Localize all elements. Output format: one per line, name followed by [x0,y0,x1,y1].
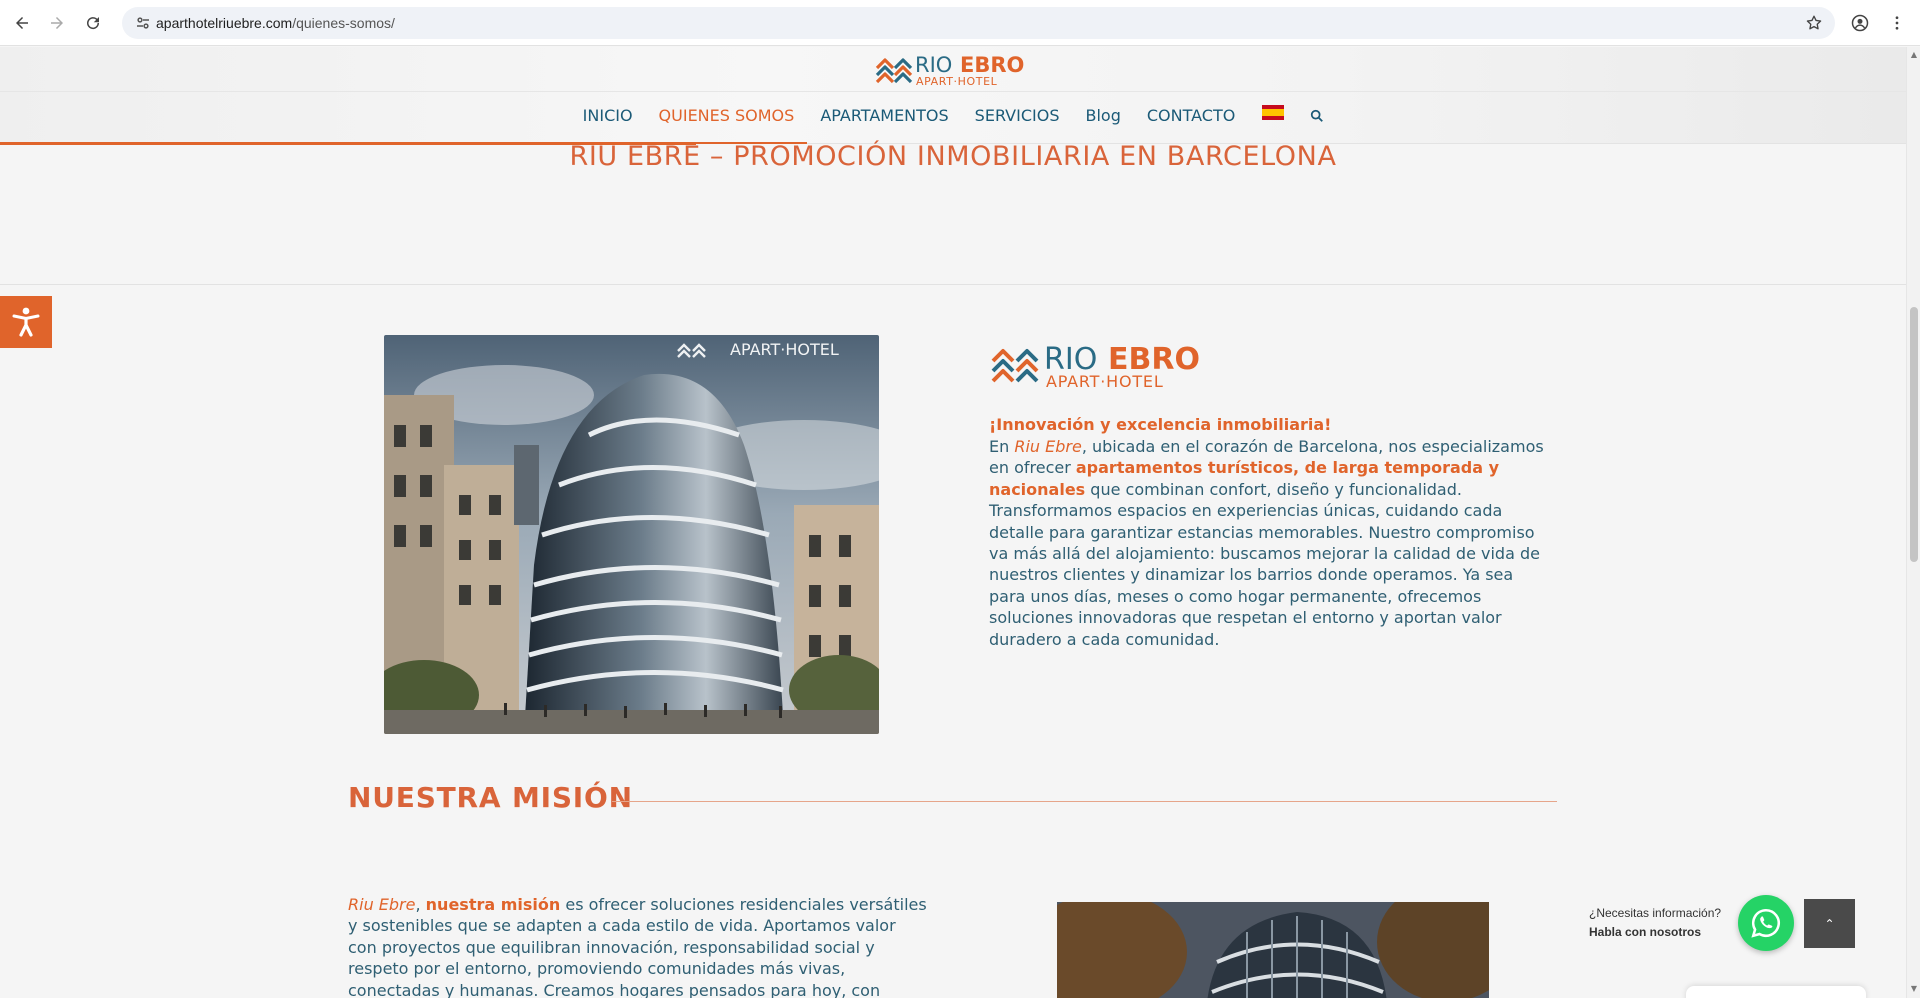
menu-item-servicios[interactable]: SERVICIOS [962,107,1073,144]
header-divider [0,91,1906,92]
menu-item-quienes-somos[interactable]: QUIENES SOMOS [645,107,808,144]
page-scrollbar[interactable]: ▲ ▼ [1906,47,1920,998]
url-text[interactable]: aparthotelriuebre.com/quienes-somos/ [156,15,395,31]
mision-highlight: nuestra misión [425,895,561,914]
spain-flag-icon[interactable] [1262,105,1285,120]
whatsapp-icon [1751,908,1780,938]
intro-heading: ¡Innovación y excelencia inmobiliaria! [989,415,1332,434]
whatsapp-button[interactable] [1738,895,1794,951]
chevron-up-icon: ⌃ [1824,916,1835,931]
scrollbar-thumb[interactable] [1910,307,1918,562]
scroll-up-arrow-icon[interactable]: ▲ [1910,51,1918,59]
back-arrow-icon[interactable] [9,10,35,36]
scroll-down-arrow-icon[interactable]: ▼ [1910,985,1918,993]
accessibility-icon [12,307,40,337]
mision-divider [612,801,1557,802]
intro-text-start: En [989,437,1015,456]
site-settings-icon[interactable] [134,14,152,32]
whatsapp-question: ¿Necesitas información? [1589,906,1722,920]
url-domain: aparthotelriuebre.com [156,15,293,31]
bookmark-star-icon[interactable] [1805,14,1823,32]
menu-item-apartamentos[interactable]: APARTAMENTOS [807,107,961,144]
site-header: RIO EBRO APART·HOTEL INICIO QUIENES SOMO… [0,47,1906,145]
address-bar[interactable]: aparthotelriuebre.com/quienes-somos/ [122,7,1835,39]
mision-paragraph: Riu Ebre, nuestra misión es ofrecer solu… [348,894,928,998]
search-icon[interactable] [1310,109,1324,123]
browser-toolbar: aparthotelriuebre.com/quienes-somos/ [0,0,1920,46]
browser-menu-icon[interactable] [1885,11,1909,35]
building-image: APART·HOTEL [384,335,879,734]
main-menu: INICIO QUIENES SOMOS APARTAMENTOS SERVIC… [0,105,1906,144]
mision-building-image [1057,902,1489,998]
mision-separator: , [415,895,426,914]
mision-title: NUESTRA MISIÓN [348,781,633,814]
image-watermark: APART·HOTEL [730,340,839,359]
logo-word-ebro: EBRO [960,53,1024,77]
forward-arrow-icon[interactable] [44,10,70,36]
accessibility-button[interactable] [0,296,52,348]
mision-brand: Riu Ebre [348,895,416,914]
menu-item-contacto[interactable]: CONTACTO [1134,107,1248,144]
web-page: RIO EBRO APART·HOTEL INICIO QUIENES SOMO… [0,47,1906,998]
page-title: RIU EBRE – PROMOCIÓN INMOBILIARIA EN BAR… [569,141,1337,172]
about-logo-subtitle: APART·HOTEL [1046,372,1164,391]
intro-brand: Riu Ebre [1014,437,1082,456]
whatsapp-prompt[interactable]: ¿Necesitas información? Habla con nosotr… [1589,906,1721,939]
profile-icon[interactable] [1848,11,1872,35]
intro-text-end: que combinan confort, diseño y funcional… [989,479,1540,649]
intro-paragraph: En Riu Ebre, ubicada en el corazón de Ba… [989,436,1554,650]
whatsapp-cta: Habla con nosotros [1589,925,1702,939]
menu-item-inicio[interactable]: INICIO [570,107,646,144]
site-logo[interactable]: RIO EBRO APART·HOTEL [875,52,1027,88]
back-to-top-button[interactable]: ⌃ [1804,899,1855,948]
menu-item-blog[interactable]: Blog [1072,107,1133,144]
url-path: /quienes-somos/ [292,15,395,31]
chat-card-edge [1686,986,1866,998]
reload-icon[interactable] [80,10,106,36]
logo-word-rio: RIO [915,53,952,77]
riuebre-logo: RIO EBRO APART·HOTEL [990,341,1204,393]
logo-subtitle: APART·HOTEL [916,75,998,88]
